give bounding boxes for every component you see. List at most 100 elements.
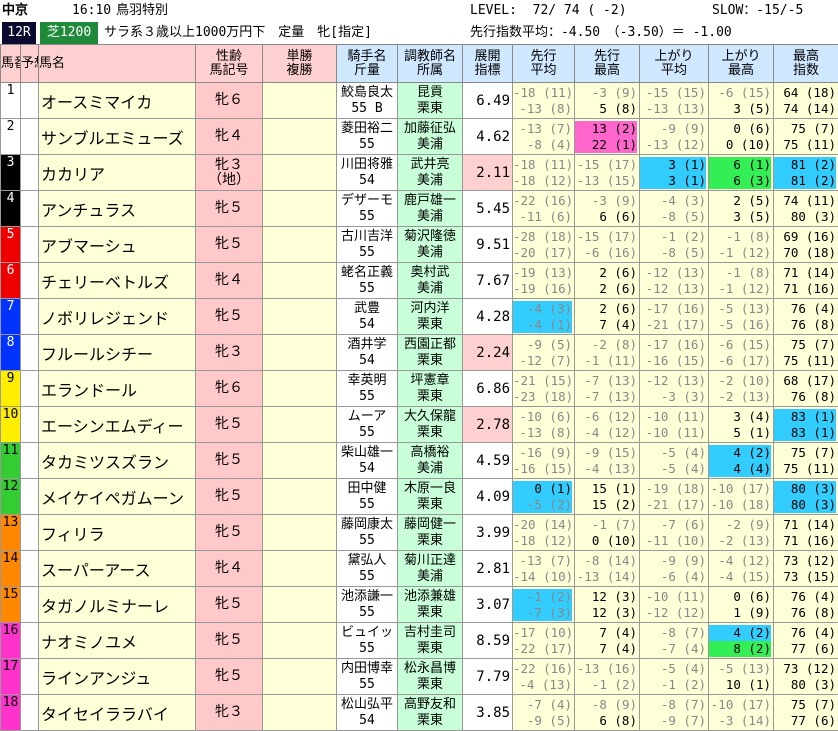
senko-max-value: 7 (4) [575,317,637,333]
col-index-max: 最高指数 [774,45,838,83]
prediction-mark [21,443,39,479]
horse-number-text: 14 [3,551,19,566]
carried-weight: 54 [359,713,375,728]
horse-name[interactable]: スーパーアース [39,551,196,587]
horse-name[interactable]: オースミマイカ [39,83,196,119]
horse-number: 3 [1,155,21,191]
table-row[interactable]: 18タイセイララバイ牝３松山弘平54高野友和栗東3.85-7 (4)-9 (5)… [1,695,838,731]
jockey-name: 川田将雅 [341,157,393,172]
tenkai-index-value: 2.24 [476,345,510,361]
jockey-name: 黛弘人 [347,553,386,568]
jockey: 鮫島良太55 B [337,83,398,119]
table-row[interactable]: 6チェリーベトルズ牝４蛯名正義55奥村武美浦7.67-19 (13)-19 (1… [1,263,838,299]
table-row[interactable]: 3カカリア牝３（地）川田将雅54武井亮美浦2.11-18 (11)-18 (12… [1,155,838,191]
jockey-name: 柴山雄一 [341,445,393,460]
senko-avg: 0 (1)-5 (2) [513,479,575,515]
senko-max-value: -4 (12) [575,425,637,441]
horse-name[interactable]: フィリラ [39,515,196,551]
trainer-name: 吉村圭司 [404,625,456,640]
senko-avg: -20 (14)-18 (12) [513,515,575,551]
horse-name[interactable]: チェリーベトルズ [39,263,196,299]
agari-avg-value: -8 (7) [640,625,706,641]
agari-avg: -7 (6)-11 (10) [640,515,709,551]
col-agari-max: 上がり最高 [709,45,774,83]
table-row[interactable]: 7ノボリレジェンド牝５武豊54河内洋栗東4.28-4 (3)-4 (1)2 (6… [1,299,838,335]
agari-avg-value: -8 (5) [640,209,706,225]
horse-name[interactable]: メイケイペガムーン [39,479,196,515]
tenkai-index: 2.24 [463,335,513,371]
agari-avg-value: -12 (13) [640,281,706,297]
horse-name[interactable]: タカミツスズラン [39,443,196,479]
jockey-name: ムーア [348,409,386,424]
horse-name[interactable]: サンブルエミューズ [39,119,196,155]
horse-name[interactable]: タイセイララバイ [39,695,196,731]
agari-max-value: -6 (15) [709,85,771,101]
horse-name[interactable]: ナオミノユメ [39,623,196,659]
agari-avg-value: -7 (6) [640,517,706,533]
horse-name[interactable]: タガノルミナーレ [39,587,196,623]
table-row[interactable]: 5アブマーシュ牝５古川吉洋55菊沢隆徳美浦9.51-28 (18)-20 (17… [1,227,838,263]
agari-avg-value: 3 (1) [640,157,706,173]
horse-name[interactable]: エランドール [39,371,196,407]
senko-avg-value: -22 (16) [513,661,572,677]
table-row[interactable]: 16ナオミノユメ牝５ビュイッ55吉村圭司栗東8.59-17 (10)-22 (1… [1,623,838,659]
agari-max: 3 (4)5 (1) [709,407,774,443]
jockey-name: 幸英明 [347,373,386,388]
table-row[interactable]: 4アンチュラス牝５デザーモ55鹿戸雄一美浦5.45-22 (16)-11 (6)… [1,191,838,227]
tenkai-index: 8.59 [463,623,513,659]
horse-name[interactable]: ラインアンジュ [39,659,196,695]
sex-age: 牝５ [196,587,263,623]
table-row[interactable]: 8フルールシチー牝３酒井学54西園正都栗東2.24-9 (5)-12 (7)-2… [1,335,838,371]
sex-age: 牝５ [196,623,263,659]
sex-age-text: 牝３ [215,344,243,360]
jockey-name: 蛯名正義 [341,265,393,280]
horse-number-text: 6 [7,263,15,278]
table-row[interactable]: 14スーパーアース牝４黛弘人55菊川正達美浦2.81-13 (7)-14 (10… [1,551,838,587]
trainer: 高橋裕美浦 [398,443,463,479]
horse-name[interactable]: フルールシチー [39,335,196,371]
agari-max-value: 0 (10) [709,137,771,153]
agari-avg: 3 (1)3 (1) [640,155,709,191]
level: LEVEL: 72/ 74 ( -2) [470,0,627,22]
horse-name-text: チェリーベトルズ [41,273,169,292]
table-row[interactable]: 17ラインアンジュ牝５内田博幸55松永昌博栗東7.79-22 (16)-4 (1… [1,659,838,695]
agari-max: 6 (1)6 (3) [709,155,774,191]
index-max-value: 80 (3) [774,497,836,513]
prediction-mark [21,551,39,587]
table-row[interactable]: 10エーシンエムディー牝５ムーア55大久保龍栗東2.78-10 (6)-13 (… [1,407,838,443]
senko-avg-value: -23 (18) [513,389,572,405]
table-row[interactable]: 15タガノルミナーレ牝５池添謙一55池添兼雄栗東3.07-1 (2)-7 (3)… [1,587,838,623]
trainer-name: 藤岡健一 [404,517,456,532]
table-row[interactable]: 2サンブルエミューズ牝４菱田裕二55加藤征弘美浦4.62-13 (7)-8 (4… [1,119,838,155]
agari-avg-value: -15 (15) [640,85,706,101]
agari-avg-value: -1 (2) [640,229,706,245]
table-row[interactable]: 1オースミマイカ牝６鮫島良太55 B昆貢栗東6.49-18 (11)-13 (8… [1,83,838,119]
horse-name[interactable]: ノボリレジェンド [39,299,196,335]
prediction-mark [21,119,39,155]
agari-avg-value: -9 (7) [640,713,706,729]
horse-name-text: スーパーアース [41,561,150,580]
jockey: デザーモ55 [337,191,398,227]
table-row[interactable]: 11タカミツスズラン牝５柴山雄一54高橋裕美浦4.59-16 (9)-16 (1… [1,443,838,479]
horse-name-text: エーシンエムディー [41,417,184,436]
horse-name[interactable]: カカリア [39,155,196,191]
trainer: 高野友和栗東 [398,695,463,731]
index-max-value: 80 (3) [774,677,836,693]
table-row[interactable]: 12メイケイペガムーン牝５田中健55木原一良栗東4.090 (1)-5 (2)1… [1,479,838,515]
index-max-value: 75 (7) [774,337,836,353]
horse-name-text: アンチュラス [41,201,136,220]
agari-max-value: 4 (4) [709,461,771,477]
agari-max-value: 4 (2) [709,445,771,461]
table-row[interactable]: 9エランドール牝６幸英明55坪憲章栗東6.86-21 (15)-23 (18)-… [1,371,838,407]
horse-name[interactable]: エーシンエムディー [39,407,196,443]
odds [263,335,337,371]
table-row[interactable]: 13フィリラ牝５藤岡康太55藤岡健一栗東3.99-20 (14)-18 (12)… [1,515,838,551]
horse-name[interactable]: アンチュラス [39,191,196,227]
horse-name[interactable]: アブマーシュ [39,227,196,263]
sex-age: 牝５ [196,191,263,227]
senko-max: -13 (16)-1 (2) [575,659,640,695]
senko-avg: -10 (6)-13 (8) [513,407,575,443]
senko-max: -1 (7)0 (10) [575,515,640,551]
jockey-name: 酒井学 [347,337,386,352]
start-time: 16:10 [72,0,111,22]
